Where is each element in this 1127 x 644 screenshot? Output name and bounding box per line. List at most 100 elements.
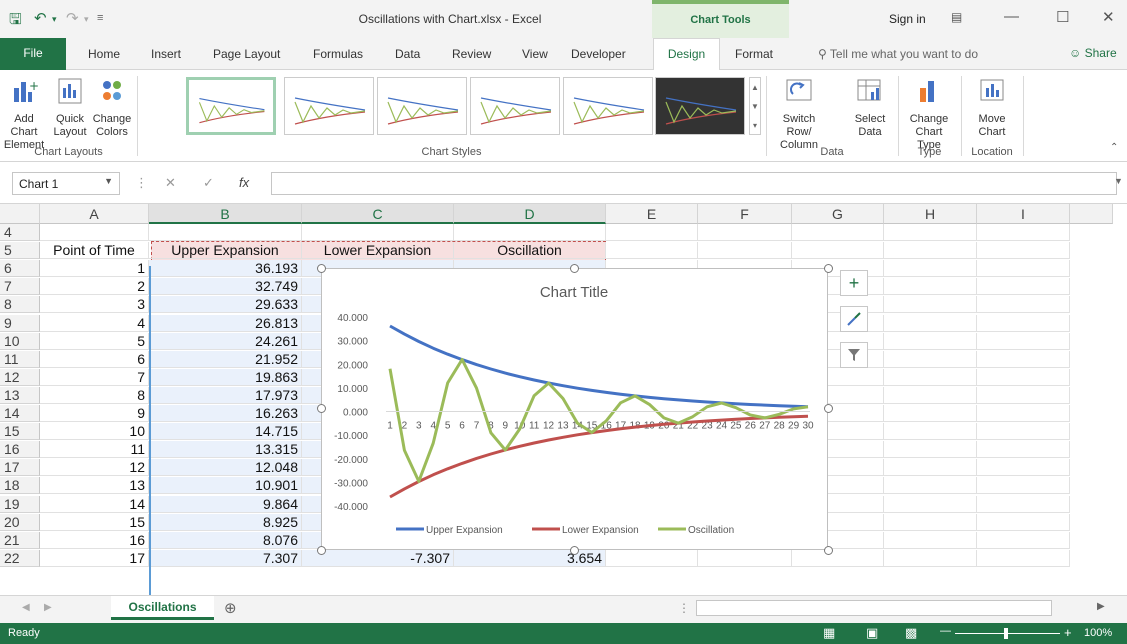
cell-b6[interactable]: 36.193 xyxy=(149,260,302,278)
cancel-icon[interactable]: ✕ xyxy=(165,175,176,191)
cell-a11[interactable]: 6 xyxy=(40,350,149,368)
cell-b12[interactable]: 19.863 xyxy=(149,368,302,386)
cell-a12[interactable]: 7 xyxy=(40,368,149,386)
cell-d22[interactable]: 3.654 xyxy=(454,549,606,567)
cell-h9[interactable] xyxy=(884,314,977,332)
cell-h14[interactable] xyxy=(884,405,977,422)
cell-a17[interactable]: 12 xyxy=(40,459,149,477)
zoom-out-icon[interactable]: — xyxy=(940,625,951,637)
tab-format[interactable]: Format xyxy=(735,47,773,61)
select-all-corner[interactable] xyxy=(0,204,40,224)
cell-i14[interactable] xyxy=(977,405,1070,422)
page-break-view-icon[interactable]: ▩ xyxy=(905,625,917,641)
row-header-4[interactable]: 4 xyxy=(0,224,40,241)
tab-developer[interactable]: Developer xyxy=(571,47,626,61)
cell-h10[interactable] xyxy=(884,332,977,350)
chart-resize-handle[interactable] xyxy=(824,264,833,273)
normal-view-icon[interactable]: ▦ xyxy=(823,625,835,641)
cell-a15[interactable]: 10 xyxy=(40,423,149,441)
new-sheet-icon[interactable]: ⊕ xyxy=(224,599,237,617)
name-box-dropdown-icon[interactable]: ▼ xyxy=(104,176,113,186)
cell-b11[interactable]: 21.952 xyxy=(149,350,302,368)
tab-data[interactable]: Data xyxy=(395,47,420,61)
zoom-in-icon[interactable]: + xyxy=(1064,625,1072,640)
column-header-a[interactable]: A xyxy=(40,204,149,224)
cell-a13[interactable]: 8 xyxy=(40,386,149,404)
cell-g4[interactable] xyxy=(792,224,884,241)
zoom-level[interactable]: 100% xyxy=(1084,627,1112,639)
row-header-19[interactable]: 19 xyxy=(0,495,40,513)
chart[interactable]: Chart Title 40.000 30.000 20.000 10.000 0.000… xyxy=(321,268,828,550)
cell-g22[interactable] xyxy=(792,549,884,567)
tab-home[interactable]: Home xyxy=(88,47,120,61)
quick-layout-button[interactable]: Quick Layout xyxy=(52,76,88,139)
insert-function-icon[interactable]: fx xyxy=(239,175,249,190)
row-header-8[interactable]: 8 xyxy=(0,296,40,314)
chart-style-5[interactable] xyxy=(563,77,653,135)
cell-i9[interactable] xyxy=(977,314,1070,332)
sheet-tab-oscillations[interactable]: Oscillations xyxy=(111,596,214,620)
close-icon[interactable]: ✕ xyxy=(1102,8,1115,26)
maximize-icon[interactable]: ☐ xyxy=(1056,8,1069,26)
zoom-slider-thumb[interactable] xyxy=(1004,628,1008,639)
column-header-i[interactable]: I xyxy=(977,204,1070,224)
row-header-13[interactable]: 13 xyxy=(0,386,40,404)
chart-resize-handle[interactable] xyxy=(570,264,579,273)
tab-file[interactable]: File xyxy=(0,38,66,70)
expand-formula-bar-icon[interactable]: ▼ xyxy=(1114,176,1123,186)
cell-b8[interactable]: 29.633 xyxy=(149,296,302,314)
cell-b13[interactable]: 17.973 xyxy=(149,386,302,404)
cell-b5[interactable]: Upper Expansion xyxy=(149,242,302,260)
row-header-16[interactable]: 16 xyxy=(0,441,40,459)
cell-b16[interactable]: 13.315 xyxy=(149,441,302,459)
column-header-d[interactable]: D xyxy=(454,204,606,224)
scroll-left-icon[interactable]: ◀ xyxy=(22,602,30,613)
row-header-6[interactable]: 6 xyxy=(0,260,40,278)
cell-i21[interactable] xyxy=(977,531,1070,549)
cell-i19[interactable] xyxy=(977,495,1070,513)
tab-insert[interactable]: Insert xyxy=(151,47,181,61)
formula-input[interactable] xyxy=(271,172,1117,195)
cell-e5[interactable] xyxy=(606,242,698,260)
row-header-7[interactable]: 7 xyxy=(0,278,40,296)
scroll-right-end-icon[interactable]: ▶ xyxy=(1097,601,1105,612)
chart-styles-scroll[interactable]: ▲ ▼ ▾ xyxy=(749,77,761,135)
cell-h11[interactable] xyxy=(884,350,977,368)
chart-style-3[interactable] xyxy=(377,77,467,135)
cell-c4[interactable] xyxy=(302,224,454,241)
cell-d4[interactable] xyxy=(454,224,606,241)
cell-h17[interactable] xyxy=(884,459,977,477)
row-header-5[interactable]: 5 xyxy=(0,242,40,260)
chart-style-1[interactable] xyxy=(186,77,276,135)
cell-h12[interactable] xyxy=(884,368,977,386)
column-header-f[interactable]: F xyxy=(698,204,792,224)
cell-b4[interactable] xyxy=(149,224,302,241)
row-header-14[interactable]: 14 xyxy=(0,405,40,422)
cell-h8[interactable] xyxy=(884,296,977,314)
sign-in-link[interactable]: Sign in xyxy=(889,12,926,26)
chart-resize-handle[interactable] xyxy=(317,264,326,273)
chart-styles-brush-button[interactable] xyxy=(840,306,868,332)
cell-i5[interactable] xyxy=(977,242,1070,260)
chart-elements-button[interactable]: + xyxy=(840,270,868,296)
cell-h22[interactable] xyxy=(884,549,977,567)
cell-b9[interactable]: 26.813 xyxy=(149,314,302,332)
row-header-12[interactable]: 12 xyxy=(0,368,40,386)
column-header-c[interactable]: C xyxy=(302,204,454,224)
cell-a7[interactable]: 2 xyxy=(40,278,149,296)
cell-a10[interactable]: 5 xyxy=(40,332,149,350)
cell-f4[interactable] xyxy=(698,224,792,241)
cell-a16[interactable]: 11 xyxy=(40,441,149,459)
cell-i12[interactable] xyxy=(977,368,1070,386)
cell-a21[interactable]: 16 xyxy=(40,531,149,549)
row-header-15[interactable]: 15 xyxy=(0,423,40,441)
cell-h6[interactable] xyxy=(884,260,977,278)
cell-i8[interactable] xyxy=(977,296,1070,314)
change-chart-type-button[interactable]: Change Chart Type xyxy=(903,76,955,152)
tab-design[interactable]: Design xyxy=(653,38,720,71)
cell-b20[interactable]: 8.925 xyxy=(149,513,302,531)
cell-i22[interactable] xyxy=(977,549,1070,567)
cell-h20[interactable] xyxy=(884,513,977,531)
cell-b17[interactable]: 12.048 xyxy=(149,459,302,477)
row-header-18[interactable]: 18 xyxy=(0,477,40,495)
